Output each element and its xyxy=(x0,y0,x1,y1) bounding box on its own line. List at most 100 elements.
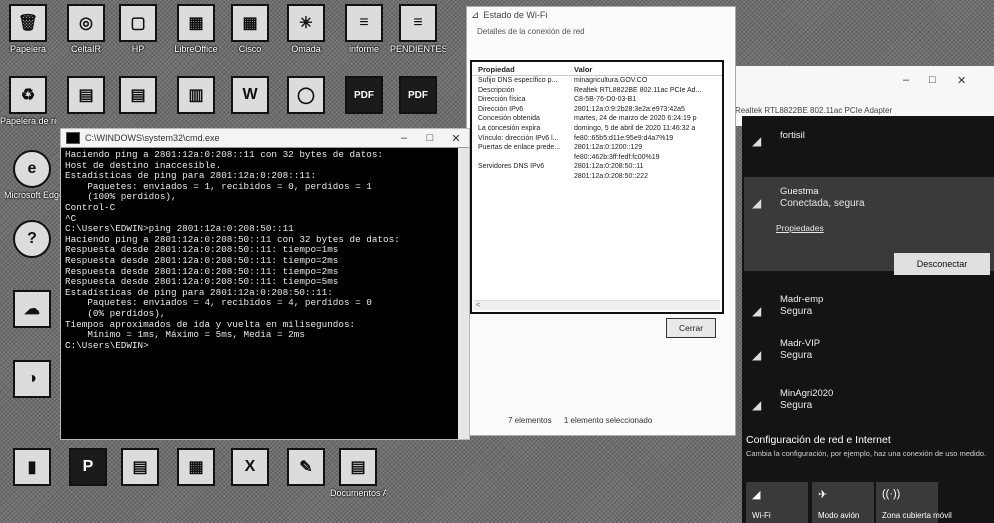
desktop-icon[interactable]: 🗑 Papelera xyxy=(0,4,56,54)
wifi-signal-icon: ◢ xyxy=(752,304,762,318)
help-icon: ? xyxy=(13,220,51,258)
details-row[interactable]: Vínculo: dirección IPv6 l... fe80::65b5:d… xyxy=(472,134,722,144)
desktop-icon[interactable]: PDF xyxy=(336,76,392,116)
wifi-network-item[interactable]: ◢ Madr-emp Segura xyxy=(746,292,994,332)
desktop-icon[interactable]: ▦ Cisco xyxy=(222,4,278,54)
property-cell xyxy=(478,172,574,182)
publisher-icon: P xyxy=(69,448,107,486)
details-row[interactable]: Servidores DNS IPv6 2801:12a:0:208:50::11 xyxy=(472,162,722,172)
details-row[interactable]: Puertas de enlace prede... 2801:12a:0:120… xyxy=(472,143,722,153)
desktop-icon[interactable]: ≡ informe xyxy=(336,4,392,54)
shortcut-icon: ▦ xyxy=(177,448,215,486)
desktop-icon-label: informe xyxy=(348,44,379,54)
wifi-signal-icon: ◢ xyxy=(752,348,762,362)
desktop-icon[interactable]: ▥ xyxy=(168,76,224,116)
network-status: Segura xyxy=(780,400,813,411)
console-output[interactable]: Haciendo ping a 2801:12a:0:208::11 con 3… xyxy=(61,148,457,439)
wifi-network-item[interactable]: ◢ MinAgri2020 Segura xyxy=(746,386,994,426)
maximize-button[interactable]: □ xyxy=(929,74,936,86)
desktop-icon[interactable]: ▤ Documentos Accesorios xyxy=(330,448,386,498)
details-row[interactable]: Dirección IPv6 2801:12a:0:9:2b28:3e2a:e97… xyxy=(472,105,722,115)
wifi-signal-icon: ◢ xyxy=(752,398,762,412)
cmd-titlebar[interactable]: C:\WINDOWS\system32\cmd.exe – □ ✕ xyxy=(61,129,469,148)
desktop-icon[interactable]: ♻ Papelera de reciclaje xyxy=(0,76,56,126)
details-row[interactable]: Descripción Realtek RTL8822BE 802.11ac PC… xyxy=(472,86,722,96)
folder-icon: ▤ xyxy=(339,448,377,486)
desktop-icon[interactable]: ▤ xyxy=(110,76,166,116)
quick-action-tile[interactable]: ✈ Modo avión xyxy=(812,482,874,523)
excel-icon: X xyxy=(231,448,269,486)
chart-icon: ▥ xyxy=(177,76,215,114)
desktop-icon-label: PENDIENTES MARZO xyxy=(390,44,446,54)
horizontal-scrollbar[interactable]: < xyxy=(474,300,720,310)
disconnect-button[interactable]: Desconectar xyxy=(894,253,990,275)
column-value[interactable]: Valor xyxy=(574,65,716,74)
console-line: C:\Users\EDWIN> xyxy=(65,339,149,351)
quick-action-label: Wi-Fi xyxy=(752,511,771,520)
property-cell xyxy=(478,153,574,163)
vertical-scrollbar[interactable] xyxy=(458,148,469,439)
printer-icon: ▢ xyxy=(119,4,157,42)
network-name: MinAgri2020 xyxy=(780,388,834,399)
desktop-icon[interactable]: ◯ xyxy=(278,76,334,116)
desktop-icon[interactable]: ◑ xyxy=(4,360,60,400)
details-row[interactable]: La concesión expira domingo, 5 de abril d… xyxy=(472,124,722,134)
desktop-icon[interactable]: ✳ Omada xyxy=(278,4,334,54)
media-icon: ◯ xyxy=(287,76,325,114)
desktop-icon[interactable]: X xyxy=(222,448,278,488)
close-dialog-button[interactable]: Cerrar xyxy=(666,318,716,338)
quick-action-tile[interactable]: ((·)) Zona cubierta móvil xyxy=(876,482,952,523)
cmd-icon xyxy=(66,132,80,144)
desktop-icon[interactable]: ▢ HP xyxy=(110,4,166,54)
value-cell: 2801:12a:0:9:2b28:3e2a:e973:42a5 xyxy=(574,105,685,113)
property-cell: Dirección IPv6 xyxy=(478,105,524,113)
desktop-icon[interactable]: W xyxy=(222,76,278,116)
wifi-network-item[interactable]: ◢ fortisil xyxy=(746,122,994,162)
items-count: 7 elementos xyxy=(508,416,552,425)
wifi-network-item[interactable]: ◢ Madr-VIP Segura xyxy=(746,336,994,376)
desktop-icon[interactable]: ▮ xyxy=(4,448,60,488)
details-row[interactable]: Sufijo DNS específico p... minagricultura… xyxy=(472,76,722,86)
network-name: Guestma xyxy=(780,186,819,197)
close-button[interactable]: ✕ xyxy=(957,74,966,87)
minimize-button[interactable]: – xyxy=(391,132,417,144)
details-list[interactable]: Propiedad Valor Sufijo DNS específico p.… xyxy=(470,60,724,314)
desktop-icon[interactable]: ≡ PENDIENTES MARZO xyxy=(390,4,446,54)
quick-action-tile[interactable]: ◢ Wi-Fi xyxy=(746,482,808,523)
cmd-window[interactable]: C:\WINDOWS\system32\cmd.exe – □ ✕ Hacien… xyxy=(60,128,470,440)
maximize-button[interactable]: □ xyxy=(417,132,443,144)
property-cell: Servidores DNS IPv6 xyxy=(478,163,545,171)
details-row[interactable]: fe80::462b:3ff:fedf:fc00%19 xyxy=(472,153,722,163)
value-cell: fe80::65b5:d11e:95e9:d4a7%19 xyxy=(574,134,674,142)
desktop-icon[interactable]: ▦ xyxy=(168,448,224,488)
desktop-icon-label: Documentos Accesorios xyxy=(330,488,386,498)
close-button[interactable]: ✕ xyxy=(443,132,469,145)
desktop-icon[interactable]: ☁ xyxy=(4,290,60,330)
value-cell: 2801:12a:0:208:50::222 xyxy=(574,172,648,180)
desktop-icon[interactable]: e Microsoft Edge xyxy=(4,150,60,200)
network-settings[interactable]: Configuración de red e Internet Cambia l… xyxy=(746,434,992,458)
desktop-icon[interactable]: ▤ xyxy=(58,76,114,116)
column-property[interactable]: Propiedad xyxy=(478,65,574,74)
settings-title[interactable]: Configuración de red e Internet xyxy=(746,434,992,446)
property-cell: Vínculo: dirección IPv6 l... xyxy=(478,134,559,142)
details-row[interactable]: Concesión obtenida martes, 24 de marzo de… xyxy=(472,114,722,124)
console-line: Control-C xyxy=(65,201,116,213)
details-row[interactable]: Dirección física C8-5B-76-D0-03-B1 xyxy=(472,95,722,105)
properties-link[interactable]: Propiedades xyxy=(776,223,824,233)
desktop-icon[interactable]: ? xyxy=(4,220,60,260)
desktop-icon[interactable]: ▦ LibreOffice xyxy=(168,4,224,54)
value-cell: 2801:12a:0:1200::129 xyxy=(574,144,643,152)
desktop-icon[interactable]: ✎ xyxy=(278,448,334,488)
minimize-button[interactable]: – xyxy=(903,74,909,86)
desktop-icon[interactable]: PDF xyxy=(390,76,446,116)
details-row[interactable]: 2801:12a:0:208:50::222 xyxy=(472,172,722,182)
desktop-icon[interactable]: ▤ xyxy=(112,448,168,488)
desktop-icon[interactable]: P xyxy=(60,448,116,488)
desktop-icon[interactable]: ◎ CeltaIR xyxy=(58,4,114,54)
wifi-network-item[interactable]: ◢ Guestma Conectada, segura xyxy=(746,184,994,224)
quick-action-label: Modo avión xyxy=(818,511,860,520)
scanner-icon: ▤ xyxy=(119,76,157,114)
property-cell: Puertas de enlace prede... xyxy=(478,144,561,152)
word-icon: W xyxy=(231,76,269,114)
